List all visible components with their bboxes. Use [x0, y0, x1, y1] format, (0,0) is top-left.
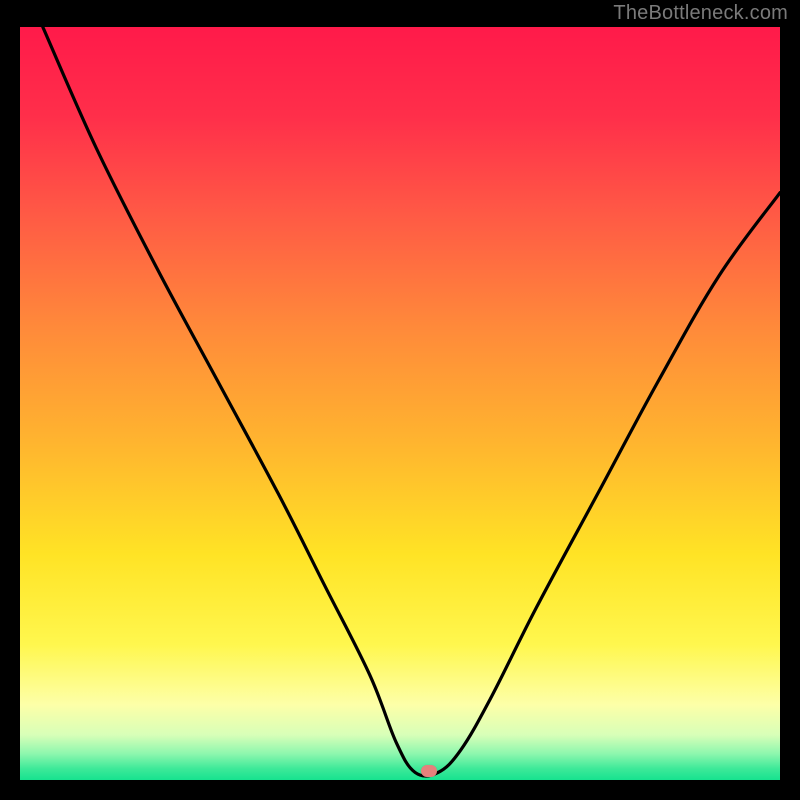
chart-frame: TheBottleneck.com: [0, 0, 800, 800]
plot-area: [20, 27, 780, 780]
attribution-label: TheBottleneck.com: [613, 2, 788, 25]
bottleneck-curve: [20, 27, 780, 780]
optimal-point-marker: [421, 765, 437, 777]
